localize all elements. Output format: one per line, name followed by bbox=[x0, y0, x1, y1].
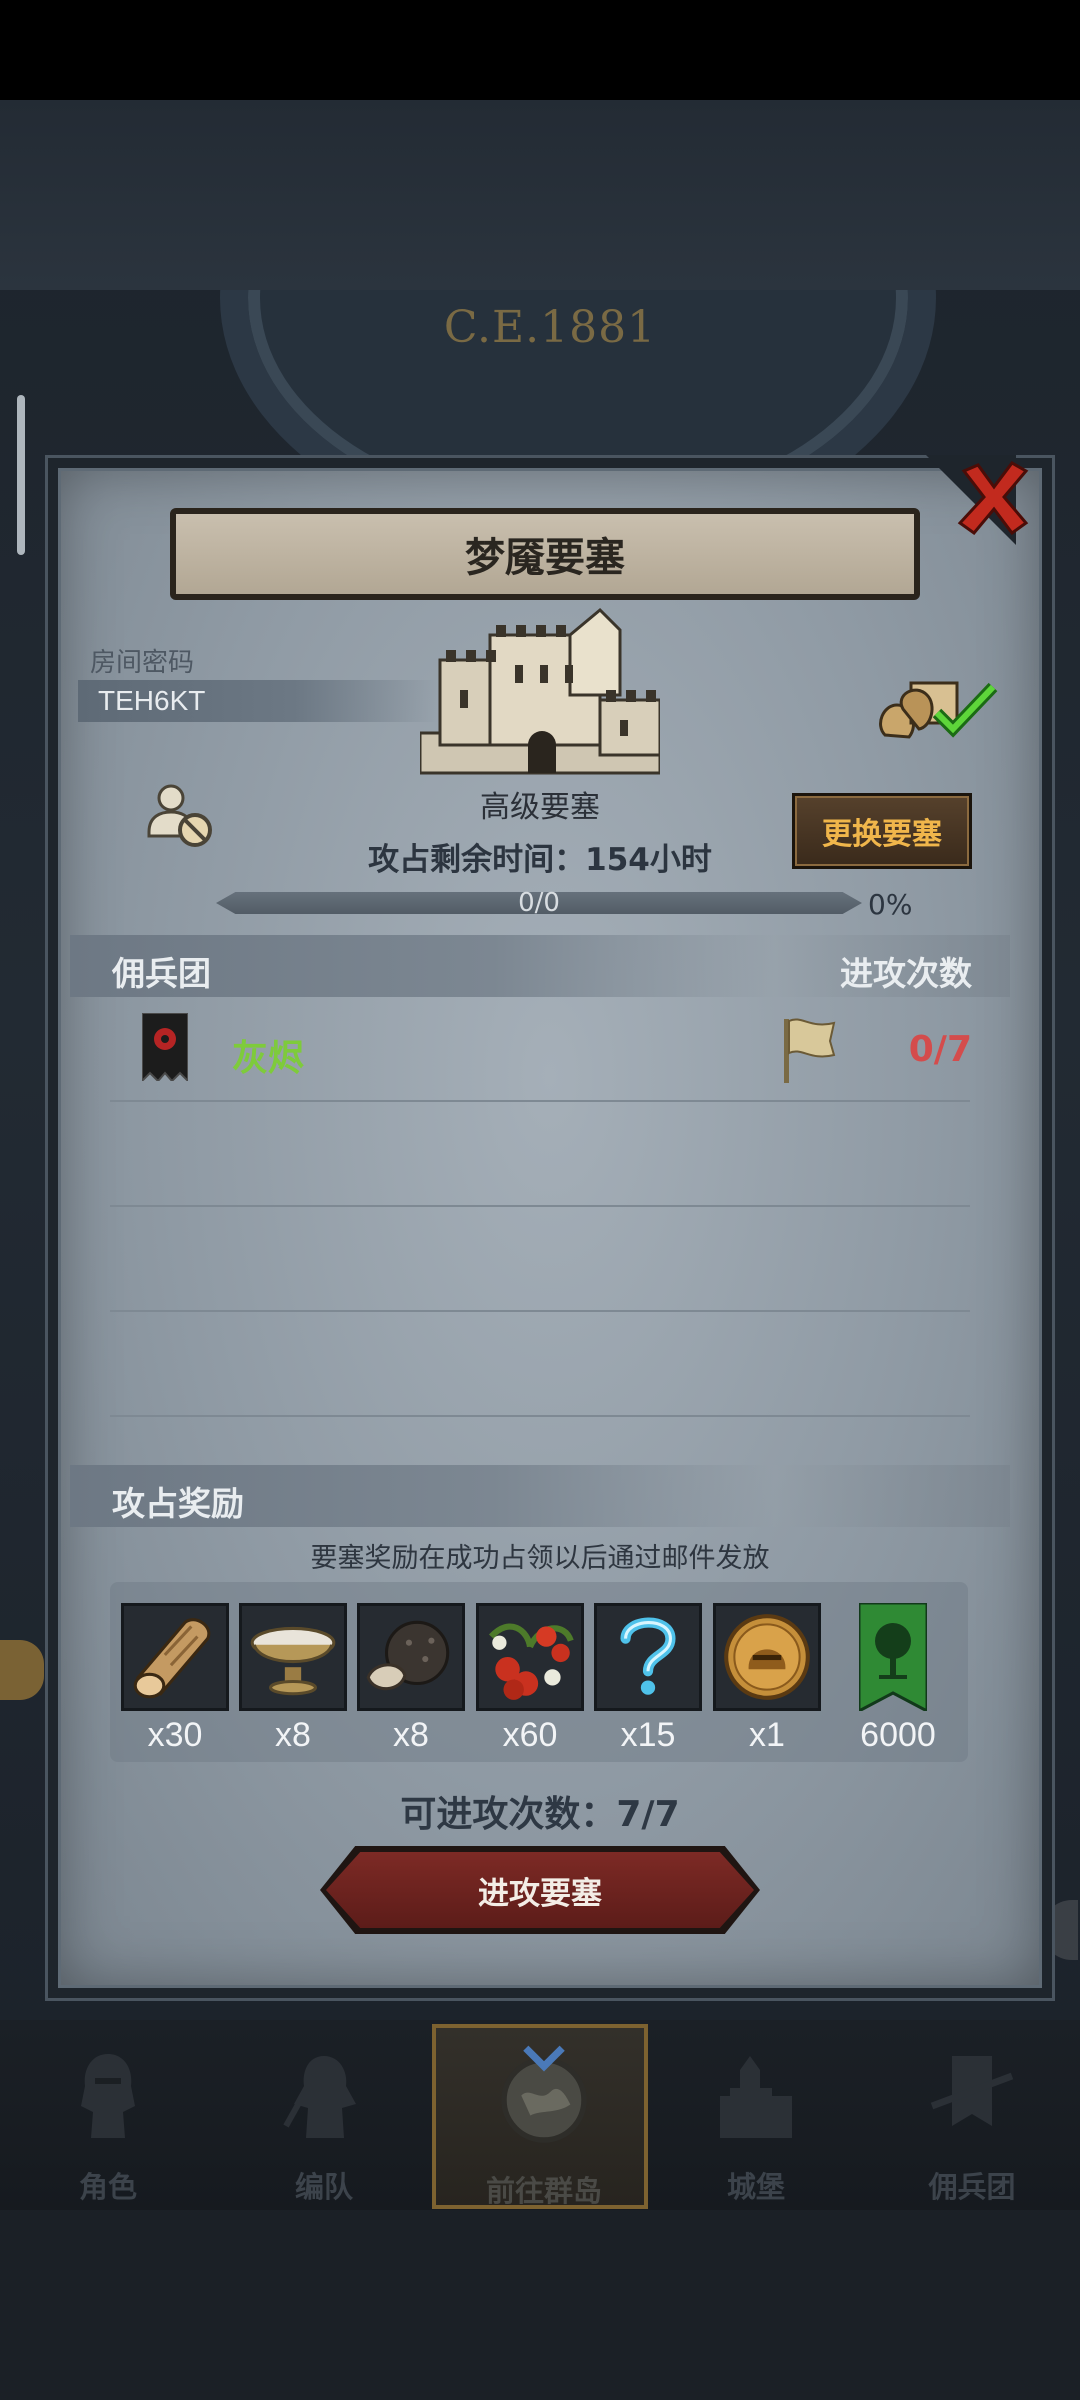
reward-item[interactable] bbox=[857, 1601, 929, 1714]
reward-qty: x8 bbox=[393, 1716, 429, 1754]
guild-name: 灰烬 bbox=[232, 1038, 305, 1079]
attack-fortress-button[interactable]: 进攻要塞 bbox=[326, 1852, 754, 1928]
reward-item[interactable] bbox=[357, 1603, 465, 1711]
tree-banner-icon bbox=[857, 1601, 929, 1714]
nav-item-castle[interactable]: 城堡 bbox=[648, 2024, 864, 2209]
reward-item[interactable] bbox=[476, 1603, 584, 1711]
guild-row[interactable]: 灰烬 0/7 bbox=[70, 1005, 1010, 1100]
dialog-title-banner: 梦魇要塞 bbox=[170, 508, 920, 600]
reward-qty: x15 bbox=[620, 1716, 676, 1754]
nav-item-character[interactable]: 角色 bbox=[0, 2024, 216, 2209]
fortress-image bbox=[418, 605, 662, 780]
mercenary-header: 佣兵团 进攻次数 bbox=[70, 935, 1010, 997]
attacks-available: 可进攻次数：7/7 bbox=[400, 1794, 680, 1835]
progress-text: 0/0 bbox=[518, 888, 560, 918]
divider bbox=[110, 1205, 970, 1207]
dialog-title: 梦魇要塞 bbox=[465, 535, 625, 581]
castle-icon bbox=[706, 2046, 806, 2146]
divider bbox=[110, 1100, 970, 1102]
reward-qty: x60 bbox=[502, 1716, 558, 1754]
era-year: C.E.1881 bbox=[443, 302, 657, 353]
knight-icon bbox=[58, 2046, 158, 2146]
scrollbar[interactable] bbox=[17, 395, 25, 555]
bottom-shade bbox=[0, 2210, 1080, 2400]
divider bbox=[110, 1310, 970, 1312]
guild-attack-count: 0/7 bbox=[908, 1029, 972, 1070]
rewards-header: 攻占奖励 bbox=[70, 1465, 1010, 1527]
supplies-check-icon[interactable] bbox=[875, 665, 1000, 745]
mystery-icon bbox=[620, 1617, 676, 1695]
fortress-level: 高级要塞 bbox=[480, 790, 600, 825]
globe-icon bbox=[494, 2045, 594, 2150]
attack-count-header: 进攻次数 bbox=[840, 954, 972, 993]
rewards-header-label: 攻占奖励 bbox=[112, 1484, 244, 1523]
mercenary-icon bbox=[922, 2046, 1022, 2146]
squad-icon bbox=[274, 2046, 374, 2146]
truffle-icon bbox=[366, 1620, 450, 1691]
divider bbox=[110, 1415, 970, 1417]
reward-item[interactable] bbox=[594, 1603, 702, 1711]
occupation-timer: 攻占剩余时间：154小时 bbox=[368, 842, 712, 878]
change-fortress-button[interactable]: 更换要塞 bbox=[792, 793, 972, 869]
room-code: TEH6KT bbox=[98, 685, 206, 716]
room-code-label: 房间密码 bbox=[90, 648, 195, 678]
no-visitor-icon[interactable] bbox=[145, 780, 215, 850]
reward-qty: x8 bbox=[275, 1716, 311, 1754]
nav-item-squad[interactable]: 编队 bbox=[216, 2024, 432, 2209]
side-tab-left[interactable] bbox=[0, 1640, 44, 1700]
wood-log-icon bbox=[133, 1618, 211, 1699]
mercenary-header-label: 佣兵团 bbox=[112, 954, 211, 993]
reward-qty: x30 bbox=[147, 1716, 203, 1754]
rewards-note: 要塞奖励在成功占领以后通过邮件发放 bbox=[310, 1543, 770, 1574]
helmet-coin-icon bbox=[724, 1614, 810, 1700]
berries-icon bbox=[488, 1623, 574, 1700]
bowl-icon bbox=[250, 1626, 336, 1696]
top-strip bbox=[0, 100, 1080, 290]
reward-item[interactable] bbox=[121, 1603, 229, 1711]
reward-qty: x1 bbox=[749, 1716, 785, 1754]
close-button[interactable] bbox=[926, 455, 1036, 545]
nav-item-mercenary[interactable]: 佣兵团 bbox=[864, 2024, 1080, 2209]
nav-item-islands[interactable]: 前往群岛 bbox=[432, 2024, 648, 2209]
reward-qty: 6000 bbox=[860, 1716, 936, 1754]
room-code-bar[interactable]: TEH6KT bbox=[78, 680, 438, 722]
reward-item[interactable] bbox=[713, 1603, 821, 1711]
close-icon bbox=[957, 461, 1029, 535]
reward-item[interactable] bbox=[239, 1603, 347, 1711]
guild-banner-icon bbox=[141, 1012, 189, 1084]
progress-percent: 0% bbox=[868, 888, 913, 921]
flag-icon bbox=[780, 1015, 836, 1085]
